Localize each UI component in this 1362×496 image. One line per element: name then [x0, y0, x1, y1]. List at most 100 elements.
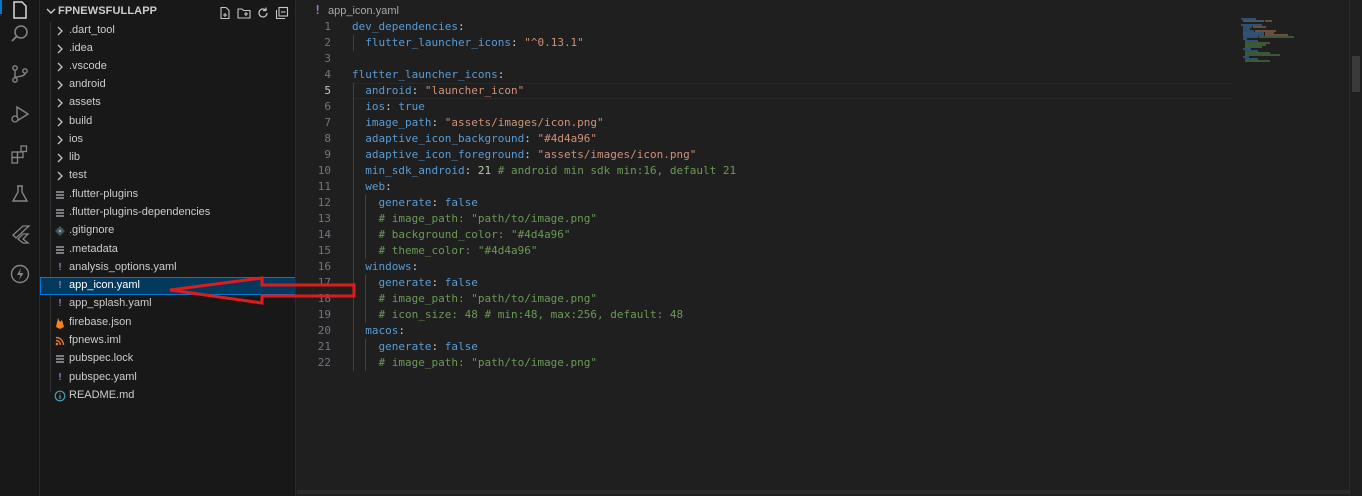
line-number: 2 [324, 36, 331, 49]
code-text[interactable]: adaptive_icon_foreground: "assets/images… [352, 147, 696, 163]
line-number: 16 [317, 260, 331, 273]
editor-area[interactable]: ! app_icon.yaml 1 dev_dependencies: 2 flut… [297, 0, 1362, 496]
tree-file[interactable]: .flutter-plugins [40, 186, 295, 204]
collapse-all-icon[interactable] [274, 5, 290, 21]
tree-folder[interactable]: .idea [40, 40, 295, 58]
code-text[interactable]: web: [352, 179, 392, 195]
tree-file[interactable]: ! analysis_options.yaml [40, 259, 295, 277]
code-text[interactable]: android: "launcher_icon" [352, 83, 524, 99]
explorer-header[interactable]: FPNEWSFULLAPP [40, 3, 295, 23]
lightning-icon[interactable] [0, 254, 40, 294]
minimap[interactable] [1240, 18, 1310, 78]
tree-folder[interactable]: test [40, 167, 295, 185]
code-text[interactable]: image_path: "assets/images/icon.png" [352, 115, 603, 131]
code-text[interactable]: dev_dependencies: [352, 19, 465, 35]
code-line[interactable]: 3 [297, 51, 1297, 67]
code-text[interactable]: windows: [352, 259, 418, 275]
code-line[interactable]: 6 ios: true [297, 99, 1297, 115]
tree-item-label: .gitignore [69, 224, 115, 236]
tree-file[interactable]: fpnews.iml [40, 332, 295, 350]
tree-folder[interactable]: ios [40, 131, 295, 149]
line-number: 6 [324, 100, 331, 113]
tree-folder[interactable]: assets [40, 94, 295, 112]
tree-item-label: app_icon.yaml [69, 279, 140, 291]
breadcrumb-file[interactable]: app_icon.yaml [328, 5, 399, 17]
code-line[interactable]: 4 flutter_launcher_icons: [297, 67, 1297, 83]
code-text[interactable]: # background_color: "#4d4a96" [352, 227, 571, 243]
line-number: 7 [324, 116, 331, 129]
tree-file[interactable]: .metadata [40, 241, 295, 259]
scrollbar-thumb[interactable] [1352, 56, 1360, 92]
refresh-icon[interactable] [255, 5, 271, 21]
code-line[interactable]: 7 image_path: "assets/images/icon.png" [297, 115, 1297, 131]
code-text[interactable]: flutter_launcher_icons: "^0.13.1" [352, 35, 584, 51]
run-debug-icon[interactable] [0, 94, 40, 134]
new-file-icon[interactable] [217, 5, 233, 21]
code-line[interactable]: 10 min_sdk_android: 21 # android min sdk… [297, 163, 1297, 179]
extensions-icon[interactable] [0, 134, 40, 174]
code-text[interactable]: generate: false [352, 339, 478, 355]
tree-folder[interactable]: build [40, 113, 295, 131]
tree-folder[interactable]: lib [40, 149, 295, 167]
chevron-right-icon [57, 171, 63, 181]
tree-file[interactable]: firebase.json [40, 314, 295, 332]
tree-file[interactable]: ! pubspec.yaml [40, 369, 295, 387]
code-line[interactable]: 5 android: "launcher_icon" [297, 83, 1297, 99]
tree-file-selected[interactable]: ! app_icon.yaml [40, 277, 295, 295]
line-number: 15 [317, 244, 331, 257]
code-text[interactable]: macos: [352, 323, 405, 339]
vertical-scrollbar[interactable] [1349, 0, 1362, 496]
tree-file[interactable]: .flutter-plugins-dependencies [40, 204, 295, 222]
tree-item-label: assets [69, 96, 101, 108]
code-text[interactable]: # image_path: "path/to/image.png" [352, 291, 598, 307]
code-line[interactable]: 19 # icon_size: 48 # min:48, max:256, de… [297, 307, 1297, 323]
code-line[interactable]: 1 dev_dependencies: [297, 19, 1297, 35]
source-control-icon[interactable] [0, 54, 40, 94]
code-line[interactable]: 22 # image_path: "path/to/image.png" [297, 355, 1297, 371]
chevron-right-icon [57, 62, 63, 72]
chevron-down-icon[interactable] [46, 6, 56, 16]
line-number: 21 [317, 340, 331, 353]
code-text[interactable]: # theme_color: "#4d4a96" [352, 243, 538, 259]
code-text[interactable]: ios: true [352, 99, 425, 115]
code-text[interactable]: flutter_launcher_icons: [352, 67, 504, 83]
new-folder-icon[interactable] [236, 5, 252, 21]
line-number: 20 [317, 324, 331, 337]
code-text[interactable]: # icon_size: 48 # min:48, max:256, defau… [352, 307, 684, 323]
code-text[interactable]: # image_path: "path/to/image.png" [352, 211, 598, 227]
code-text[interactable]: adaptive_icon_background: "#4d4a96" [352, 131, 597, 147]
search-icon[interactable] [0, 14, 40, 54]
code-line[interactable]: 15 # theme_color: "#4d4a96" [297, 243, 1297, 259]
line-number: 10 [317, 164, 331, 177]
tree-file[interactable]: .gitignore [40, 222, 295, 240]
code-line[interactable]: 9 adaptive_icon_foreground: "assets/imag… [297, 147, 1297, 163]
tree-folder[interactable]: android [40, 76, 295, 94]
tree-folder[interactable]: .dart_tool [40, 22, 295, 40]
flutter-icon[interactable] [0, 214, 40, 254]
code-line[interactable]: 17 generate: false [297, 275, 1297, 291]
tree-file[interactable]: pubspec.lock [40, 350, 295, 368]
code-text[interactable]: generate: false [352, 275, 478, 291]
tree-file[interactable]: README.md [40, 387, 295, 405]
code-line[interactable]: 21 generate: false [297, 339, 1297, 355]
testing-icon[interactable] [0, 174, 40, 214]
code-line[interactable]: 20 macos: [297, 323, 1297, 339]
code-text[interactable]: generate: false [352, 195, 478, 211]
tree-folder[interactable]: .vscode [40, 58, 295, 76]
code-line[interactable]: 14 # background_color: "#4d4a96" [297, 227, 1297, 243]
tree-item-label: .flutter-plugins-dependencies [69, 206, 211, 218]
tree-file[interactable]: ! app_splash.yaml [40, 295, 295, 313]
firebase-icon [56, 318, 64, 329]
code-line[interactable]: 13 # image_path: "path/to/image.png" [297, 211, 1297, 227]
line-number: 13 [317, 212, 331, 225]
line-number: 4 [324, 68, 331, 81]
horizontal-scrollbar[interactable] [297, 490, 1349, 494]
code-text[interactable]: # image_path: "path/to/image.png" [352, 355, 598, 371]
code-line[interactable]: 2 flutter_launcher_icons: "^0.13.1" [297, 35, 1297, 51]
code-line[interactable]: 8 adaptive_icon_background: "#4d4a96" [297, 131, 1297, 147]
code-text[interactable]: min_sdk_android: 21 # android min sdk mi… [352, 163, 736, 179]
code-line[interactable]: 16 windows: [297, 259, 1297, 275]
code-line[interactable]: 11 web: [297, 179, 1297, 195]
code-line[interactable]: 12 generate: false [297, 195, 1297, 211]
code-line[interactable]: 18 # image_path: "path/to/image.png" [297, 291, 1297, 307]
